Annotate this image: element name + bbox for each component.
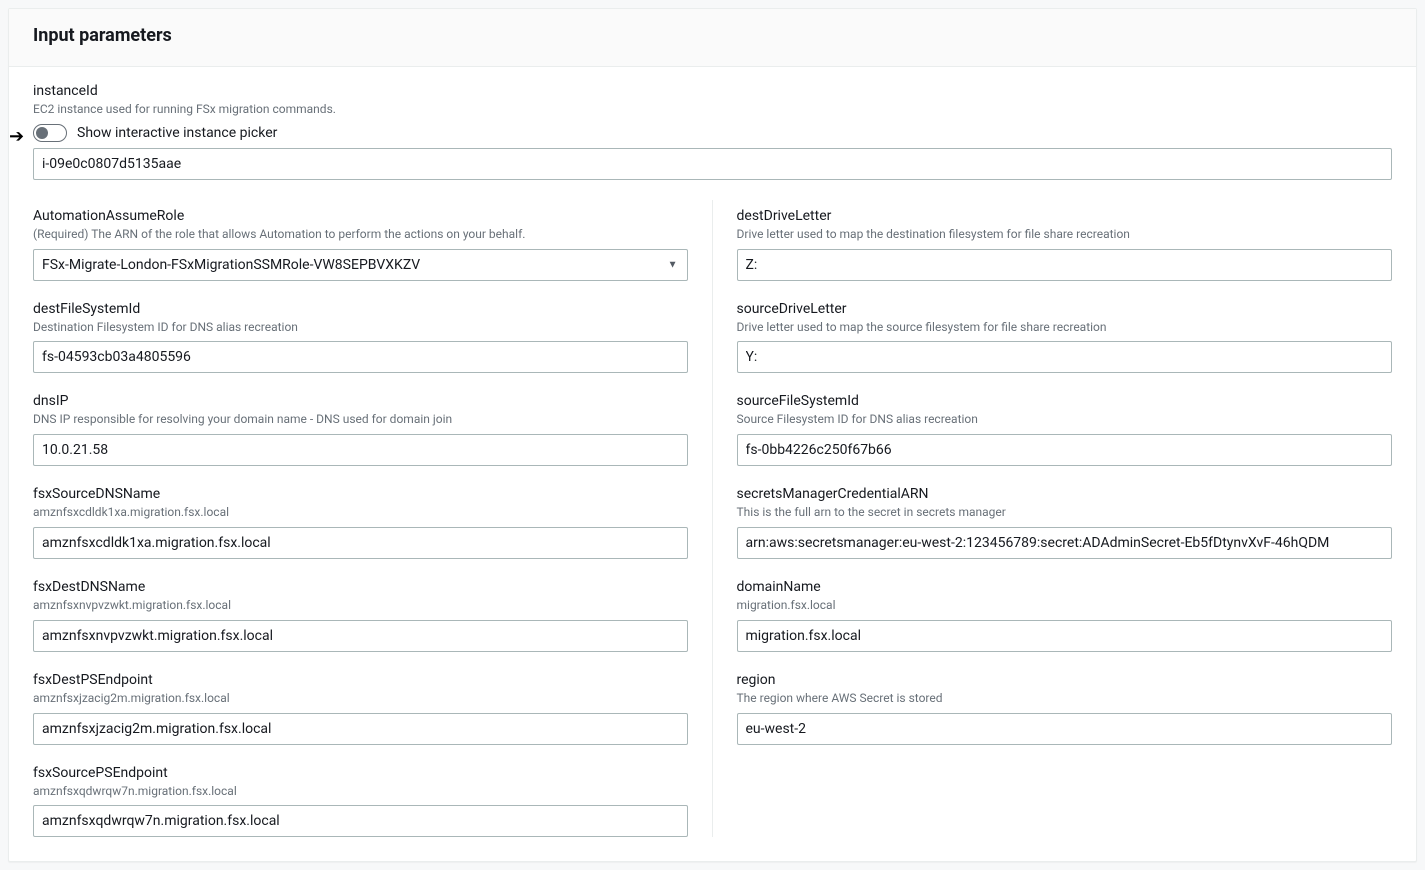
instance-picker-toggle[interactable] — [33, 124, 67, 142]
field-destDriveLetter: destDriveLetter Drive letter used to map… — [737, 208, 1393, 281]
help-region: The region where AWS Secret is stored — [737, 690, 1393, 707]
panel-title: Input parameters — [33, 25, 1392, 46]
arrow-right-icon: ➔ — [9, 128, 24, 146]
label-fsxSourcePSEndpoint: fsxSourcePSEndpoint — [33, 765, 688, 781]
help-sourceFileSystemId: Source Filesystem ID for DNS alias recre… — [737, 411, 1393, 428]
field-instanceId: instanceId EC2 instance used for running… — [33, 83, 1392, 180]
label-sourceDriveLetter: sourceDriveLetter — [737, 301, 1393, 317]
help-fsxSourceDNSName: amznfsxcdldk1xa.migration.fsx.local — [33, 504, 688, 521]
right-column: destDriveLetter Drive letter used to map… — [713, 200, 1393, 838]
field-fsxSourcePSEndpoint: fsxSourcePSEndpoint amznfsxqdwrqw7n.migr… — [33, 765, 688, 838]
label-destDriveLetter: destDriveLetter — [737, 208, 1393, 224]
label-region: region — [737, 672, 1393, 688]
field-fsxSourceDNSName: fsxSourceDNSName amznfsxcdldk1xa.migrati… — [33, 486, 688, 559]
field-sourceDriveLetter: sourceDriveLetter Drive letter used to m… — [737, 301, 1393, 374]
panel-body: instanceId EC2 instance used for running… — [9, 67, 1416, 861]
secretsManagerCredentialARN-input[interactable] — [737, 527, 1393, 559]
field-sourceFileSystemId: sourceFileSystemId Source Filesystem ID … — [737, 393, 1393, 466]
label-automationAssumeRole: AutomationAssumeRole — [33, 208, 688, 224]
fsxSourceDNSName-input[interactable] — [33, 527, 688, 559]
label-domainName: domainName — [737, 579, 1393, 595]
instance-picker-toggle-label: Show interactive instance picker — [77, 125, 277, 141]
help-fsxDestPSEndpoint: amznfsxjzacig2m.migration.fsx.local — [33, 690, 688, 707]
dnsIP-input[interactable] — [33, 434, 688, 466]
help-dnsIP: DNS IP responsible for resolving your do… — [33, 411, 688, 428]
help-sourceDriveLetter: Drive letter used to map the source file… — [737, 319, 1393, 336]
help-secretsManagerCredentialARN: This is the full arn to the secret in se… — [737, 504, 1393, 521]
label-instanceId: instanceId — [33, 83, 1392, 99]
label-secretsManagerCredentialARN: secretsManagerCredentialARN — [737, 486, 1393, 502]
two-column-layout: AutomationAssumeRole (Required) The ARN … — [33, 200, 1392, 838]
label-destFileSystemId: destFileSystemId — [33, 301, 688, 317]
input-parameters-panel: Input parameters instanceId EC2 instance… — [8, 8, 1417, 862]
sourceDriveLetter-input[interactable] — [737, 341, 1393, 373]
automationAssumeRole-select[interactable] — [33, 249, 688, 281]
label-fsxDestPSEndpoint: fsxDestPSEndpoint — [33, 672, 688, 688]
fsxSourcePSEndpoint-input[interactable] — [33, 805, 688, 837]
help-automationAssumeRole: (Required) The ARN of the role that allo… — [33, 226, 688, 243]
destDriveLetter-input[interactable] — [737, 249, 1393, 281]
help-destFileSystemId: Destination Filesystem ID for DNS alias … — [33, 319, 688, 336]
field-dnsIP: dnsIP DNS IP responsible for resolving y… — [33, 393, 688, 466]
region-input[interactable] — [737, 713, 1393, 745]
field-fsxDestDNSName: fsxDestDNSName amznfsxnvpvzwkt.migration… — [33, 579, 688, 652]
sourceFileSystemId-input[interactable] — [737, 434, 1393, 466]
field-automationAssumeRole: AutomationAssumeRole (Required) The ARN … — [33, 208, 688, 281]
field-region: region The region where AWS Secret is st… — [737, 672, 1393, 745]
label-dnsIP: dnsIP — [33, 393, 688, 409]
help-domainName: migration.fsx.local — [737, 597, 1393, 614]
instanceId-input[interactable] — [33, 148, 1392, 180]
destFileSystemId-input[interactable] — [33, 341, 688, 373]
domainName-input[interactable] — [737, 620, 1393, 652]
field-fsxDestPSEndpoint: fsxDestPSEndpoint amznfsxjzacig2m.migrat… — [33, 672, 688, 745]
help-fsxSourcePSEndpoint: amznfsxqdwrqw7n.migration.fsx.local — [33, 783, 688, 800]
field-domainName: domainName migration.fsx.local — [737, 579, 1393, 652]
field-destFileSystemId: destFileSystemId Destination Filesystem … — [33, 301, 688, 374]
left-column: AutomationAssumeRole (Required) The ARN … — [33, 200, 713, 838]
field-secretsManagerCredentialARN: secretsManagerCredentialARN This is the … — [737, 486, 1393, 559]
fsxDestPSEndpoint-input[interactable] — [33, 713, 688, 745]
label-fsxSourceDNSName: fsxSourceDNSName — [33, 486, 688, 502]
label-sourceFileSystemId: sourceFileSystemId — [737, 393, 1393, 409]
fsxDestDNSName-input[interactable] — [33, 620, 688, 652]
panel-header: Input parameters — [9, 9, 1416, 67]
instance-picker-toggle-row: ➔ Show interactive instance picker — [33, 124, 1392, 142]
help-fsxDestDNSName: amznfsxnvpvzwkt.migration.fsx.local — [33, 597, 688, 614]
help-destDriveLetter: Drive letter used to map the destination… — [737, 226, 1393, 243]
label-fsxDestDNSName: fsxDestDNSName — [33, 579, 688, 595]
help-instanceId: EC2 instance used for running FSx migrat… — [33, 101, 1392, 118]
